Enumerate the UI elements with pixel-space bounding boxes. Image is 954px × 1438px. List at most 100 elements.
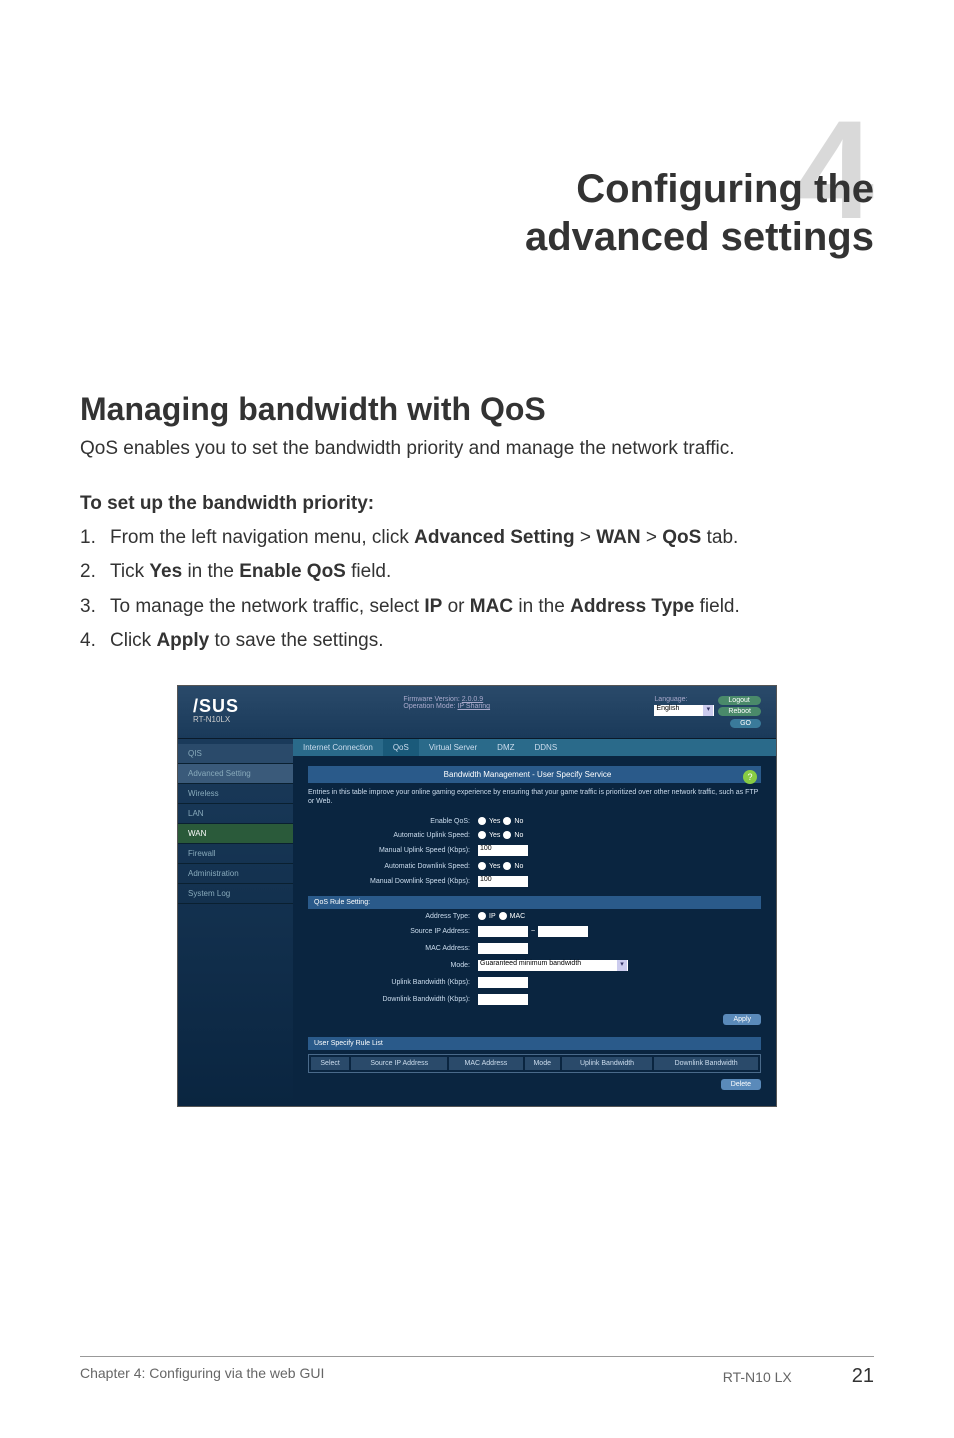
no-label: No: [514, 863, 523, 870]
footer-product-name: RT-N10 LX: [723, 1369, 792, 1385]
radio-icon[interactable]: [503, 831, 511, 839]
sidebar-item-admin[interactable]: Administration: [178, 864, 293, 884]
qos-rule-setting-header: QoS Rule Setting:: [308, 896, 761, 909]
radio-icon[interactable]: [499, 912, 507, 920]
language-select[interactable]: English ▾: [654, 705, 714, 716]
downlink-bw-input[interactable]: [478, 994, 528, 1005]
source-ip-input[interactable]: [478, 926, 528, 937]
language-value: English: [656, 705, 679, 712]
firmware-label: Firmware Version:: [403, 696, 459, 703]
router-screenshot: /SUS RT-N10LX Firmware Version: 2.0.0.9 …: [80, 685, 874, 1107]
ip-label: IP: [489, 913, 496, 920]
go-button[interactable]: GO: [730, 719, 761, 728]
tab-qos[interactable]: QoS: [383, 739, 419, 756]
procedure-heading: To set up the bandwidth priority:: [80, 493, 874, 515]
opmode-label: Operation Mode:: [403, 703, 455, 710]
step-text: or: [442, 596, 469, 617]
step-bold: WAN: [596, 527, 640, 548]
delete-button[interactable]: Delete: [721, 1079, 761, 1090]
manual-uplink-input[interactable]: 100: [478, 845, 528, 856]
address-type-label: Address Type:: [308, 913, 478, 920]
logout-button[interactable]: Logout: [718, 696, 761, 705]
sidebar-item-lan[interactable]: LAN: [178, 804, 293, 824]
step-list: From the left navigation menu, click Adv…: [80, 525, 874, 655]
step-bold: QoS: [662, 527, 701, 548]
radio-icon[interactable]: [478, 831, 486, 839]
auto-uplink-label: Automatic Uplink Speed:: [308, 832, 478, 839]
uplink-bw-input[interactable]: [478, 977, 528, 988]
yes-label: Yes: [489, 832, 500, 839]
user-rule-list-header: User Specify Rule List: [308, 1037, 761, 1050]
mode-value: Guaranteed minimum bandwidth: [480, 960, 581, 967]
th-source-ip: Source IP Address: [351, 1057, 447, 1070]
step-bold: Yes: [149, 561, 182, 582]
radio-icon[interactable]: [478, 862, 486, 870]
sidebar-item-wireless[interactable]: Wireless: [178, 784, 293, 804]
sidebar-item-qis[interactable]: QIS: [178, 744, 293, 764]
sidebar-item-syslog[interactable]: System Log: [178, 884, 293, 904]
mode-select[interactable]: Guaranteed minimum bandwidth▾: [478, 960, 628, 971]
radio-icon[interactable]: [478, 912, 486, 920]
step-text: Tick: [110, 561, 149, 582]
tab-ddns[interactable]: DDNS: [525, 739, 568, 756]
step-text: To manage the network traffic, select: [110, 596, 424, 617]
yes-label: Yes: [489, 863, 500, 870]
chapter-title-line1: Configuring the: [576, 167, 874, 211]
step-text: >: [641, 527, 663, 548]
page-number: 21: [852, 1365, 874, 1388]
step-text: >: [575, 527, 597, 548]
tab-virtual-server[interactable]: Virtual Server: [419, 739, 487, 756]
help-icon[interactable]: ?: [743, 770, 757, 784]
no-label: No: [514, 818, 523, 825]
page-footer: Chapter 4: Configuring via the web GUI R…: [80, 1356, 874, 1388]
source-ip-input-end[interactable]: [538, 926, 588, 937]
chevron-down-icon: ▾: [703, 705, 713, 716]
radio-icon[interactable]: [478, 817, 486, 825]
mode-label: Mode:: [308, 962, 478, 969]
step-bold: Address Type: [570, 596, 694, 617]
tab-dmz[interactable]: DMZ: [487, 739, 524, 756]
panel-title: Bandwidth Management - User Specify Serv…: [308, 766, 761, 783]
tab-internet-connection[interactable]: Internet Connection: [293, 739, 383, 756]
chapter-title: Configuring the advanced settings: [80, 165, 874, 261]
rule-list-table: Select Source IP Address MAC Address Mod…: [308, 1054, 761, 1073]
router-header: /SUS RT-N10LX Firmware Version: 2.0.0.9 …: [178, 686, 776, 739]
opmode-link[interactable]: IP Sharing: [457, 703, 490, 710]
router-sidebar: QIS Advanced Setting Wireless LAN WAN Fi…: [178, 739, 293, 1106]
step-bold: IP: [424, 596, 442, 617]
sidebar-item-advanced[interactable]: Advanced Setting: [178, 764, 293, 784]
radio-icon[interactable]: [503, 862, 511, 870]
tabs-row: Internet Connection QoS Virtual Server D…: [293, 739, 776, 756]
th-mode: Mode: [525, 1057, 560, 1070]
chapter-title-line2: advanced settings: [525, 215, 874, 259]
th-uplink: Uplink Bandwidth: [562, 1057, 652, 1070]
manual-downlink-input[interactable]: 100: [478, 876, 528, 887]
yes-label: Yes: [489, 818, 500, 825]
source-ip-label: Source IP Address:: [308, 928, 478, 935]
step-text: tab.: [701, 527, 738, 548]
sidebar-item-firewall[interactable]: Firewall: [178, 844, 293, 864]
step-bold: Enable QoS: [239, 561, 346, 582]
step-text: field.: [346, 561, 391, 582]
manual-uplink-label: Manual Uplink Speed (Kbps):: [308, 847, 478, 854]
step-text: in the: [182, 561, 239, 582]
mac-address-input[interactable]: [478, 943, 528, 954]
step-bold: Apply: [156, 630, 209, 651]
th-downlink: Downlink Bandwidth: [654, 1057, 758, 1070]
step-text: Click: [110, 630, 156, 651]
reboot-button[interactable]: Reboot: [718, 707, 761, 716]
language-label: Language:: [654, 696, 714, 703]
step-2: Tick Yes in the Enable QoS field.: [80, 559, 874, 586]
radio-icon[interactable]: [503, 817, 511, 825]
step-text: in the: [513, 596, 570, 617]
th-mac: MAC Address: [449, 1057, 522, 1070]
firmware-link[interactable]: 2.0.0.9: [462, 696, 483, 703]
step-3: To manage the network traffic, select IP…: [80, 594, 874, 621]
manual-downlink-label: Manual Downlink Speed (Kbps):: [308, 878, 478, 885]
th-select: Select: [311, 1057, 349, 1070]
step-bold: Advanced Setting: [414, 527, 574, 548]
no-label: No: [514, 832, 523, 839]
sidebar-item-wan[interactable]: WAN: [178, 824, 293, 844]
apply-button[interactable]: Apply: [723, 1014, 761, 1025]
router-header-info: Firmware Version: 2.0.0.9 Operation Mode…: [403, 696, 490, 728]
